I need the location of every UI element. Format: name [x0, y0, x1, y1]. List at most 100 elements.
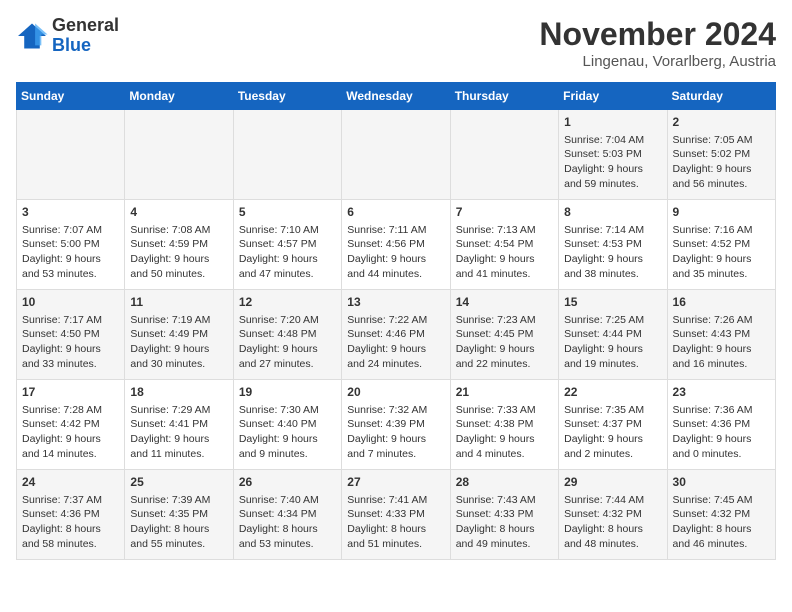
day-info-line: Sunrise: 7:17 AM [22, 313, 119, 328]
calendar-week-row: 1 Sunrise: 7:04 AMSunset: 5:03 PM Daylight… [17, 110, 776, 200]
day-info-line: Daylight: 9 hours and 4 minutes. [456, 432, 553, 461]
day-info-line: Daylight: 9 hours and 30 minutes. [130, 342, 227, 371]
calendar-cell [450, 110, 558, 200]
day-info-line: Sunset: 4:53 PM [564, 237, 661, 252]
day-info-line: Daylight: 9 hours and 11 minutes. [130, 432, 227, 461]
day-info-line: Sunset: 4:36 PM [673, 417, 770, 432]
weekday-header-cell: Saturday [667, 83, 775, 110]
calendar-cell: 21Sunrise: 7:33 AMSunset: 4:38 PMDayligh… [450, 380, 558, 470]
day-info-line: Sunset: 4:35 PM [130, 507, 227, 522]
calendar-cell [125, 110, 233, 200]
day-number: 19 [239, 384, 336, 401]
day-number: 6 [347, 204, 444, 221]
day-number: 1 [564, 114, 661, 131]
weekday-header-cell: Sunday [17, 83, 125, 110]
day-number: 20 [347, 384, 444, 401]
calendar-cell: 23Sunrise: 7:36 AMSunset: 4:36 PMDayligh… [667, 380, 775, 470]
weekday-header-cell: Tuesday [233, 83, 341, 110]
calendar-cell: 12Sunrise: 7:20 AMSunset: 4:48 PMDayligh… [233, 290, 341, 380]
day-number: 27 [347, 474, 444, 491]
day-number: 4 [130, 204, 227, 221]
day-info-line: Sunset: 4:41 PM [130, 417, 227, 432]
day-info-line: Sunrise: 7:30 AM [239, 403, 336, 418]
day-info-line: Sunrise: 7:04 AM [564, 133, 661, 148]
day-info-line: Sunset: 4:36 PM [22, 507, 119, 522]
calendar-body: 1 Sunrise: 7:04 AMSunset: 5:03 PM Daylight… [17, 110, 776, 560]
day-info-line: Daylight: 9 hours and 50 minutes. [130, 252, 227, 281]
day-number: 16 [673, 294, 770, 311]
weekday-header-cell: Thursday [450, 83, 558, 110]
day-info-line: Daylight: 9 hours and 27 minutes. [239, 342, 336, 371]
day-number: 22 [564, 384, 661, 401]
day-info-line: Sunrise: 7:29 AM [130, 403, 227, 418]
calendar-table: SundayMondayTuesdayWednesdayThursdayFrid… [16, 82, 776, 560]
calendar-cell: 25Sunrise: 7:39 AMSunset: 4:35 PMDayligh… [125, 470, 233, 560]
day-number: 28 [456, 474, 553, 491]
day-number: 29 [564, 474, 661, 491]
day-info-line: Sunset: 4:37 PM [564, 417, 661, 432]
logo-icon [16, 22, 48, 50]
day-info-line: Daylight: 8 hours and 49 minutes. [456, 522, 553, 551]
title-area: November 2024 Lingenau, Vorarlberg, Aust… [539, 16, 776, 70]
calendar-cell: 7Sunrise: 7:13 AMSunset: 4:54 PMDaylight… [450, 200, 558, 290]
day-info-line: Sunset: 4:43 PM [673, 327, 770, 342]
calendar-cell: 4Sunrise: 7:08 AMSunset: 4:59 PMDaylight… [125, 200, 233, 290]
day-info-line: Daylight: 9 hours and 44 minutes. [347, 252, 444, 281]
day-info-line: Sunset: 4:39 PM [347, 417, 444, 432]
day-info-line: Sunrise: 7:23 AM [456, 313, 553, 328]
page-header: General Blue November 2024 Lingenau, Vor… [16, 16, 776, 70]
day-info-line: Daylight: 9 hours and 35 minutes. [673, 252, 770, 281]
day-info-line: Sunset: 5:03 PM [564, 147, 661, 162]
day-info-line: Sunset: 4:48 PM [239, 327, 336, 342]
day-info-line: Daylight: 9 hours and 56 minutes. [673, 162, 770, 191]
day-info-line: Sunset: 5:02 PM [673, 147, 770, 162]
calendar-cell: 9Sunrise: 7:16 AMSunset: 4:52 PMDaylight… [667, 200, 775, 290]
day-number: 15 [564, 294, 661, 311]
calendar-cell: 6Sunrise: 7:11 AMSunset: 4:56 PMDaylight… [342, 200, 450, 290]
day-info-line: Sunrise: 7:07 AM [22, 223, 119, 238]
calendar-cell: 22Sunrise: 7:35 AMSunset: 4:37 PMDayligh… [559, 380, 667, 470]
day-info-line: Sunrise: 7:32 AM [347, 403, 444, 418]
day-info-line: Daylight: 8 hours and 48 minutes. [564, 522, 661, 551]
calendar-cell: 15Sunrise: 7:25 AMSunset: 4:44 PMDayligh… [559, 290, 667, 380]
day-number: 9 [673, 204, 770, 221]
day-info-line: Sunrise: 7:05 AM [673, 133, 770, 148]
calendar-cell: 14Sunrise: 7:23 AMSunset: 4:45 PMDayligh… [450, 290, 558, 380]
day-info-line: Sunrise: 7:11 AM [347, 223, 444, 238]
day-info-line: Sunrise: 7:36 AM [673, 403, 770, 418]
day-info-line: Daylight: 9 hours and 14 minutes. [22, 432, 119, 461]
day-info-line: Sunrise: 7:22 AM [347, 313, 444, 328]
day-info-line: Daylight: 9 hours and 16 minutes. [673, 342, 770, 371]
day-info-line: Sunset: 4:49 PM [130, 327, 227, 342]
calendar-cell: 13Sunrise: 7:22 AMSunset: 4:46 PMDayligh… [342, 290, 450, 380]
calendar-cell: 17Sunrise: 7:28 AMSunset: 4:42 PMDayligh… [17, 380, 125, 470]
day-number: 26 [239, 474, 336, 491]
day-info-line: Sunset: 4:40 PM [239, 417, 336, 432]
day-info-line: Daylight: 9 hours and 7 minutes. [347, 432, 444, 461]
weekday-header-cell: Monday [125, 83, 233, 110]
day-info-line: Daylight: 8 hours and 46 minutes. [673, 522, 770, 551]
calendar-cell: 20 Sunrise: 7:32 AMSunset: 4:39 PMDayligh… [342, 380, 450, 470]
day-info-line: Daylight: 9 hours and 22 minutes. [456, 342, 553, 371]
day-number: 17 [22, 384, 119, 401]
day-number: 3 [22, 204, 119, 221]
day-info-line: Sunrise: 7:10 AM [239, 223, 336, 238]
day-info-line: Daylight: 8 hours and 53 minutes. [239, 522, 336, 551]
day-info-line: Sunset: 4:32 PM [564, 507, 661, 522]
day-info-line: Sunrise: 7:25 AM [564, 313, 661, 328]
day-info-line: Sunset: 4:32 PM [673, 507, 770, 522]
calendar-cell: 24Sunrise: 7:37 AMSunset: 4:36 PMDayligh… [17, 470, 125, 560]
day-info-line: Sunset: 4:42 PM [22, 417, 119, 432]
calendar-cell: 8Sunrise: 7:14 AMSunset: 4:53 PMDaylight… [559, 200, 667, 290]
day-info-line: Daylight: 8 hours and 51 minutes. [347, 522, 444, 551]
calendar-cell: 30Sunrise: 7:45 AMSunset: 4:32 PMDayligh… [667, 470, 775, 560]
day-info-line: Sunrise: 7:44 AM [564, 493, 661, 508]
calendar-cell: 2Sunrise: 7:05 AMSunset: 5:02 PMDaylight… [667, 110, 775, 200]
day-number: 21 [456, 384, 553, 401]
day-info-line: Sunrise: 7:45 AM [673, 493, 770, 508]
calendar-cell: 16 Sunrise: 7:26 AMSunset: 4:43 PMDayligh… [667, 290, 775, 380]
day-info-line: Daylight: 9 hours and 2 minutes. [564, 432, 661, 461]
calendar-cell: 1Sunrise: 7:04 AMSunset: 5:03 PMDaylight… [559, 110, 667, 200]
day-info-line: Sunrise: 7:26 AM [673, 313, 770, 328]
logo: General Blue [16, 16, 119, 56]
